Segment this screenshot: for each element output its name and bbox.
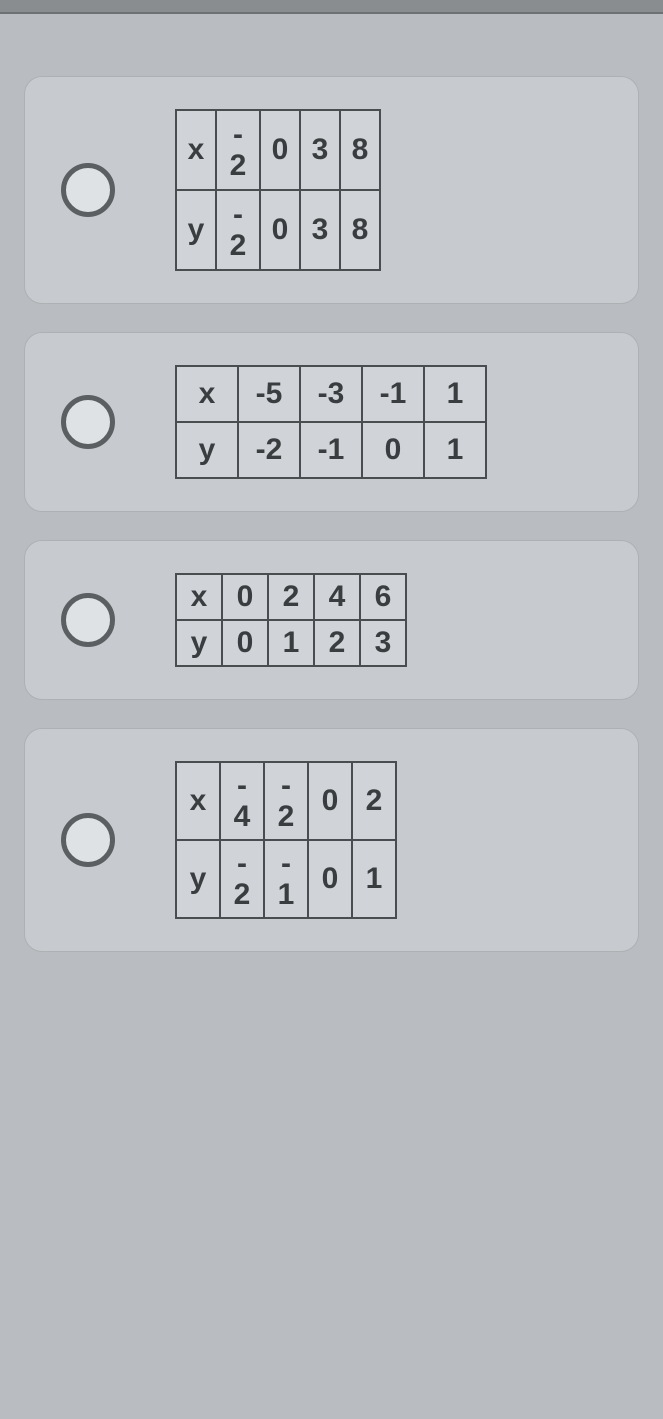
table-row: y -2 0 3 8 [176, 190, 380, 270]
table-cell: 3 [300, 110, 340, 190]
table-cell: 1 [268, 620, 314, 666]
radio-button-d[interactable] [61, 813, 115, 867]
table-cell: 8 [340, 110, 380, 190]
row-label-x: x [176, 574, 222, 620]
table-cell: 0 [260, 110, 300, 190]
table-cell: -2 [220, 840, 264, 918]
row-label-y: y [176, 620, 222, 666]
table-row: x -5 -3 -1 1 [176, 366, 486, 422]
row-label-y: y [176, 422, 238, 478]
table-row: x -2 0 3 8 [176, 110, 380, 190]
row-label-x: x [176, 366, 238, 422]
table-cell: 2 [352, 762, 396, 840]
xy-table-c: x 0 2 4 6 y 0 1 2 3 [175, 573, 407, 667]
table-cell: -2 [216, 190, 260, 270]
table-wrap-a: x -2 0 3 8 y -2 0 3 8 [175, 109, 610, 271]
table-cell: 3 [300, 190, 340, 270]
radio-button-c[interactable] [61, 593, 115, 647]
table-cell: 0 [222, 574, 268, 620]
answer-option-b[interactable]: x -5 -3 -1 1 y -2 -1 0 1 [24, 332, 639, 512]
table-cell: -2 [216, 110, 260, 190]
table-cell: 2 [314, 620, 360, 666]
table-cell: 0 [308, 840, 352, 918]
table-cell: 2 [268, 574, 314, 620]
table-cell: -1 [264, 840, 308, 918]
table-row: y -2 -1 0 1 [176, 422, 486, 478]
table-cell: -4 [220, 762, 264, 840]
row-label-y: y [176, 190, 216, 270]
table-cell: 0 [260, 190, 300, 270]
row-label-x: x [176, 110, 216, 190]
table-cell: -2 [238, 422, 300, 478]
table-cell: -3 [300, 366, 362, 422]
table-wrap-d: x -4 -2 0 2 y -2 -1 0 1 [175, 761, 610, 919]
radio-button-a[interactable] [61, 163, 115, 217]
table-cell: 6 [360, 574, 406, 620]
table-cell: 0 [362, 422, 424, 478]
answer-option-c[interactable]: x 0 2 4 6 y 0 1 2 3 [24, 540, 639, 700]
answer-option-d[interactable]: x -4 -2 0 2 y -2 -1 0 1 [24, 728, 639, 952]
row-label-y: y [176, 840, 220, 918]
answer-option-a[interactable]: x -2 0 3 8 y -2 0 3 8 [24, 76, 639, 304]
xy-table-b: x -5 -3 -1 1 y -2 -1 0 1 [175, 365, 487, 479]
table-cell: -1 [300, 422, 362, 478]
table-cell: 3 [360, 620, 406, 666]
quiz-options-panel: x -2 0 3 8 y -2 0 3 8 x [0, 14, 663, 1020]
table-cell: -1 [362, 366, 424, 422]
xy-table-a: x -2 0 3 8 y -2 0 3 8 [175, 109, 381, 271]
table-cell: 1 [352, 840, 396, 918]
table-cell: 1 [424, 422, 486, 478]
table-cell: -2 [264, 762, 308, 840]
table-cell: 1 [424, 366, 486, 422]
radio-button-b[interactable] [61, 395, 115, 449]
table-cell: 0 [308, 762, 352, 840]
table-row: y 0 1 2 3 [176, 620, 406, 666]
table-cell: 0 [222, 620, 268, 666]
table-row: y -2 -1 0 1 [176, 840, 396, 918]
table-wrap-c: x 0 2 4 6 y 0 1 2 3 [175, 573, 610, 667]
table-wrap-b: x -5 -3 -1 1 y -2 -1 0 1 [175, 365, 610, 479]
table-cell: -5 [238, 366, 300, 422]
row-label-x: x [176, 762, 220, 840]
table-cell: 4 [314, 574, 360, 620]
table-row: x 0 2 4 6 [176, 574, 406, 620]
table-cell: 8 [340, 190, 380, 270]
xy-table-d: x -4 -2 0 2 y -2 -1 0 1 [175, 761, 397, 919]
window-top-bar [0, 0, 663, 14]
table-row: x -4 -2 0 2 [176, 762, 396, 840]
